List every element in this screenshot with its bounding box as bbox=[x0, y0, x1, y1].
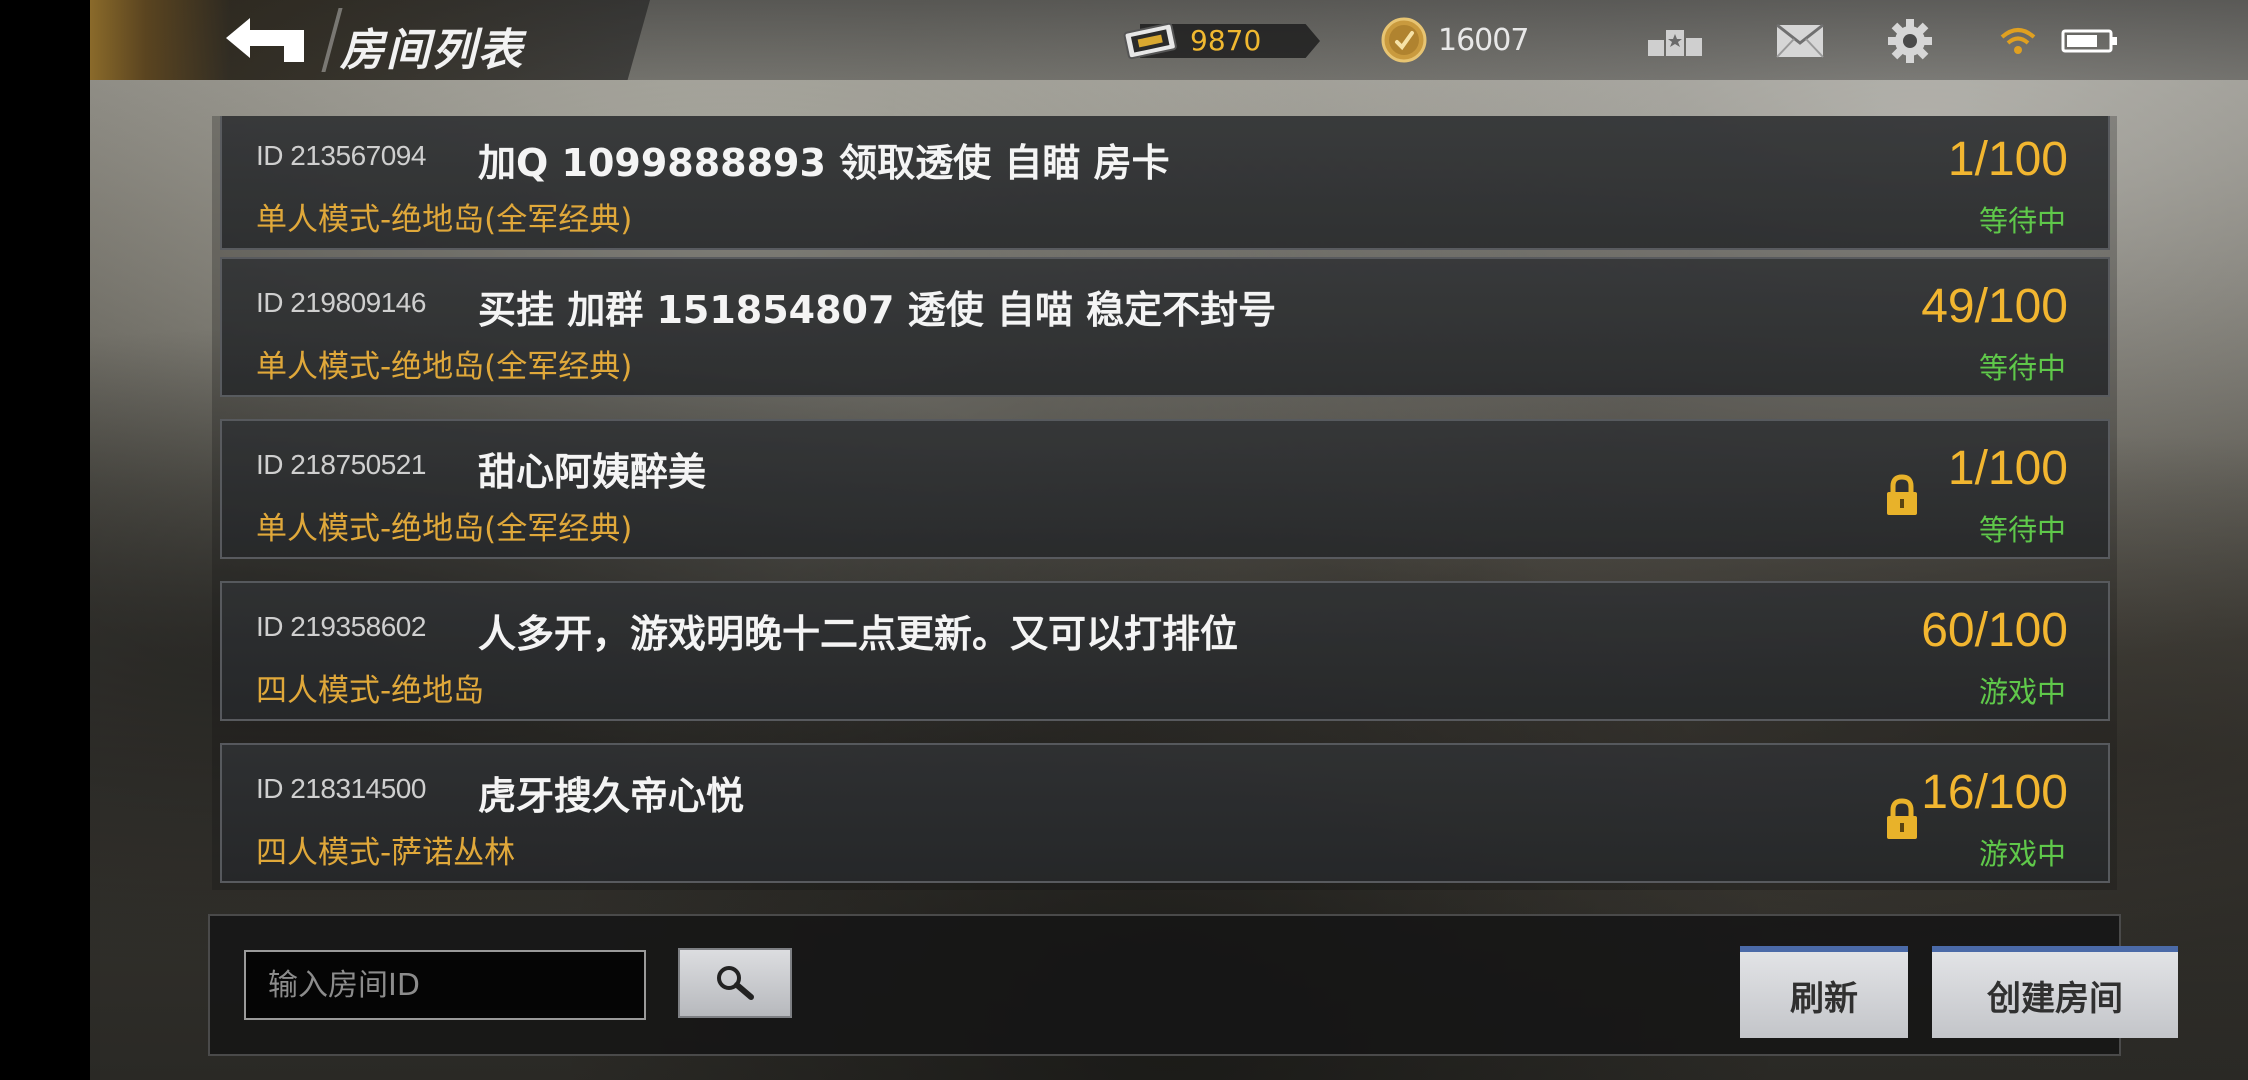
screen: 房间列表 9870 16007 ID 213567094 加Q 10998888… bbox=[0, 0, 2248, 1080]
create-room-button[interactable]: 创建房间 bbox=[1932, 946, 2178, 1038]
room-name: 加Q 1099888893 领取透使 自瞄 房卡 bbox=[478, 141, 1170, 185]
battery-icon bbox=[2061, 29, 2117, 53]
gear-icon bbox=[1888, 19, 1932, 63]
room-status: 等待中 bbox=[1978, 513, 2066, 547]
rank-icon bbox=[1648, 30, 1702, 56]
bottom-panel: 刷新 创建房间 bbox=[208, 914, 2178, 1056]
room-id-search-input[interactable] bbox=[244, 950, 646, 1020]
search-button[interactable] bbox=[678, 948, 792, 1018]
coin-value: 16007 bbox=[1438, 22, 1529, 58]
mail-icon bbox=[1776, 23, 1824, 58]
coin-icon bbox=[1381, 17, 1427, 63]
room-name: 虎牙搜久帝心悦 bbox=[478, 774, 745, 818]
room-status: 等待中 bbox=[1978, 351, 2066, 385]
room-id: ID 213567094 bbox=[256, 140, 426, 171]
room-row[interactable]: ID 218750521 甜心阿姨醉美 单人模式-绝地岛(全军经典) 1/100… bbox=[220, 419, 2110, 559]
room-mode: 单人模式-绝地岛(全军经典) bbox=[256, 202, 633, 238]
room-player-count: 1/100 bbox=[1947, 442, 2068, 495]
wifi-status bbox=[1988, 18, 2048, 64]
settings-button[interactable] bbox=[1880, 18, 1940, 64]
room-id: ID 218314500 bbox=[256, 773, 426, 804]
rank-button[interactable] bbox=[1645, 18, 1705, 64]
room-player-count: 49/100 bbox=[1921, 280, 2068, 333]
search-icon bbox=[717, 966, 754, 1000]
back-arrow-icon bbox=[226, 18, 304, 62]
room-player-count: 16/100 bbox=[1921, 766, 2068, 819]
coin-currency[interactable]: 16007 bbox=[1380, 17, 1529, 63]
room-id: ID 219809146 bbox=[256, 287, 426, 318]
room-player-count: 1/100 bbox=[1947, 133, 2068, 186]
ticket-value: 9870 bbox=[1190, 23, 1262, 57]
ticket-currency[interactable]: 9870 bbox=[1120, 20, 1320, 60]
back-button[interactable] bbox=[220, 12, 310, 68]
room-player-count: 60/100 bbox=[1921, 604, 2068, 657]
room-status: 游戏中 bbox=[1978, 675, 2066, 709]
room-row[interactable]: ID 219809146 买挂 加群 151854807 透使 自喵 稳定不封号… bbox=[220, 257, 2110, 397]
room-name: 人多开，游戏明晚十二点更新。又可以打排位 bbox=[478, 612, 1239, 656]
room-row[interactable]: ID 219358602 人多开，游戏明晚十二点更新。又可以打排位 四人模式-绝… bbox=[220, 581, 2110, 721]
wifi-icon bbox=[2000, 28, 2036, 54]
room-mode: 单人模式-绝地岛(全军经典) bbox=[256, 511, 633, 547]
room-id: ID 219358602 bbox=[256, 611, 426, 642]
room-name: 买挂 加群 151854807 透使 自喵 稳定不封号 bbox=[478, 288, 1277, 332]
lock-icon bbox=[1887, 474, 1917, 515]
room-id: ID 218750521 bbox=[256, 449, 426, 480]
ticket-icon bbox=[1123, 22, 1177, 60]
top-bar: 房间列表 9870 16007 bbox=[90, 0, 2248, 80]
room-status: 等待中 bbox=[1978, 204, 2066, 238]
room-name: 甜心阿姨醉美 bbox=[478, 450, 707, 494]
room-mode: 单人模式-绝地岛(全军经典) bbox=[256, 349, 633, 385]
room-status: 游戏中 bbox=[1978, 837, 2066, 871]
room-list[interactable]: ID 213567094 加Q 1099888893 领取透使 自瞄 房卡 单人… bbox=[212, 116, 2117, 890]
mail-button[interactable] bbox=[1770, 18, 1830, 64]
room-row[interactable]: ID 213567094 加Q 1099888893 领取透使 自瞄 房卡 单人… bbox=[220, 116, 2110, 250]
refresh-button[interactable]: 刷新 bbox=[1740, 946, 1908, 1038]
room-mode: 四人模式-萨诺丛林 bbox=[256, 835, 516, 871]
lock-icon bbox=[1887, 798, 1917, 839]
game-view: 房间列表 9870 16007 ID 213567094 加Q 10998888… bbox=[90, 0, 2248, 1080]
page-title: 房间列表 bbox=[340, 25, 524, 76]
room-row[interactable]: ID 218314500 虎牙搜久帝心悦 四人模式-萨诺丛林 16/100 游戏… bbox=[220, 743, 2110, 883]
room-mode: 四人模式-绝地岛 bbox=[256, 673, 485, 709]
battery-status bbox=[2060, 18, 2120, 64]
